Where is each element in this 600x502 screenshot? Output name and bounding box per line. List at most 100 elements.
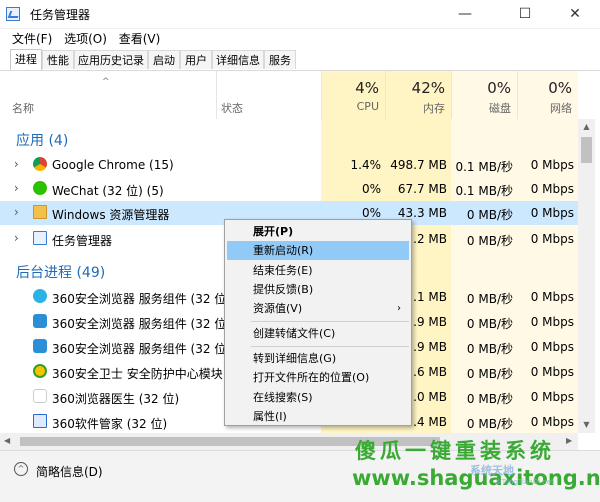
process-name: 360安全浏览器 服务组件 (32 位) [52,342,231,356]
menu-options[interactable]: 选项(O) [64,28,107,47]
column-header-cpu[interactable]: 4% CPU [321,71,385,119]
disk-value: 0 MB/秒 [466,292,513,306]
menu-file[interactable]: 文件(F) [12,28,52,47]
background-section-title: 后台进程 (49) [16,265,106,281]
disk-value: 0 MB/秒 [466,234,513,248]
watermark-logo-sub: XiTongTianDi.net [495,478,554,486]
360-browser-service-icon [33,289,47,303]
scroll-left-arrow-icon[interactable]: ◀ [4,436,10,445]
process-name: 360安全卫士 安全防护中心模块... [52,367,235,381]
vertical-scroll-thumb[interactable] [581,137,592,163]
close-button[interactable]: ✕ [556,0,594,28]
title-bar: 任务管理器 — ☐ ✕ [0,0,600,29]
360-browser-doctor-icon [33,389,47,403]
menu-bar: 文件(F) 选项(O) 查看(V) [0,28,600,48]
apps-section-title: 应用 (4) [16,133,69,149]
scroll-right-arrow-icon[interactable]: ▶ [566,436,572,445]
fewer-details-button[interactable]: 简略信息(D) [36,463,103,480]
ctx-go-to-details[interactable]: 转到详细信息(G) [227,349,409,368]
sort-ascending-icon: ^ [102,77,110,87]
wechat-icon [33,181,47,195]
ctx-properties[interactable]: 属性(I) [227,407,409,426]
memory-value: 67.7 MB [397,182,447,196]
submenu-arrow-icon: › [397,303,401,314]
disk-value: 0 MB/秒 [466,367,513,381]
vertical-scrollbar[interactable] [578,119,595,433]
ctx-end-task[interactable]: 结束任务(E) [227,261,409,280]
memory-header-label: 内存 [423,102,445,115]
network-value: 0 Mbps [530,415,574,429]
column-header-network[interactable]: 0% 网络 [517,71,578,119]
cpu-total-percent: 4% [355,79,379,97]
column-header-status[interactable]: 状态 [216,71,321,119]
process-name: 360安全浏览器 服务组件 (32 位) [52,292,231,306]
watermark-title: 傻瓜一键重装系统 [355,439,555,463]
disk-value: 0 MB/秒 [466,208,513,222]
memory-value: 498.7 MB [390,158,447,172]
tab-details[interactable]: 详细信息 [212,50,264,69]
ctx-separator [251,346,409,347]
memory-total-percent: 42% [411,79,445,97]
disk-total-percent: 0% [487,79,511,97]
process-name: 360安全浏览器 服务组件 (32 位) [52,317,231,331]
tab-processes[interactable]: 进程 [10,49,42,70]
menu-view[interactable]: 查看(V) [119,28,161,47]
name-header-label: 名称 [12,102,34,115]
context-menu: 展开(P) 重新启动(R) 结束任务(E) 提供反馈(B) 资源值(V) › 创… [224,219,412,426]
tab-startup[interactable]: 启动 [148,50,180,69]
disk-value: 0 MB/秒 [466,392,513,406]
cpu-value: 1.4% [350,158,382,172]
network-value: 0 Mbps [530,315,574,329]
minimize-button[interactable]: — [446,0,484,28]
process-name: 360软件管家 (32 位) [52,417,168,431]
network-value: 0 Mbps [530,290,574,304]
disk-value: 0 MB/秒 [466,317,513,331]
expand-chevron-icon[interactable]: › [14,205,19,219]
disk-value: 0 MB/秒 [466,342,513,356]
cpu-value: 0% [361,182,381,196]
process-row-wechat[interactable]: › WeChat (32 位) (5) 0% 67.7 MB 0.1 MB/秒 … [0,177,578,201]
network-value: 0 Mbps [530,206,574,220]
watermark-logo: 系统天地 [470,464,514,477]
chrome-icon [33,157,47,171]
ctx-feedback[interactable]: 提供反馈(B) [227,280,409,299]
maximize-button[interactable]: ☐ [506,0,544,28]
ctx-open-file-location[interactable]: 打开文件所在的位置(O) [227,368,409,387]
360-browser-service-icon [33,314,47,328]
process-row-chrome[interactable]: › Google Chrome (15) 1.4% 498.7 MB 0.1 M… [0,153,578,177]
network-value: 0 Mbps [530,365,574,379]
tab-services[interactable]: 服务 [264,50,296,69]
tab-app-history[interactable]: 应用历史记录 [74,50,148,69]
360-safeguard-icon [33,364,47,378]
tab-users[interactable]: 用户 [180,50,212,69]
ctx-restart[interactable]: 重新启动(R) [227,241,409,260]
ctx-separator [251,321,409,322]
column-header-memory[interactable]: 42% 内存 [385,71,451,119]
folder-icon [33,205,47,219]
ctx-resource-values[interactable]: 资源值(V) › [227,299,409,318]
tab-performance[interactable]: 性能 [42,50,74,69]
task-manager-icon [33,231,47,245]
process-name: Windows 资源管理器 [52,208,170,222]
scroll-up-arrow-icon[interactable]: ▲ [578,119,595,135]
ctx-expand[interactable]: 展开(P) [227,222,409,241]
expand-chevron-icon[interactable]: › [14,181,19,195]
disk-header-label: 磁盘 [489,102,511,115]
disk-value: 0.1 MB/秒 [455,184,513,198]
ctx-search-online[interactable]: 在线搜索(S) [227,388,409,407]
360-browser-service-icon [33,339,47,353]
expand-chevron-icon[interactable]: › [14,231,19,245]
tab-strip: 进程 性能 应用历史记录 启动 用户 详细信息 服务 [0,48,600,71]
network-value: 0 Mbps [530,182,574,196]
column-header-name[interactable]: ^ 名称 [0,71,216,119]
column-header-disk[interactable]: 0% 磁盘 [451,71,517,119]
ctx-create-dump[interactable]: 创建转储文件(C) [227,324,409,343]
collapse-chevron-icon[interactable]: ^ [14,462,28,476]
network-value: 0 Mbps [530,158,574,172]
360-software-manager-icon [33,414,47,428]
expand-chevron-icon[interactable]: › [14,157,19,171]
network-value: 0 Mbps [530,340,574,354]
cpu-value: 0% [361,206,381,220]
scroll-down-arrow-icon[interactable]: ▼ [578,417,595,433]
process-name: 360浏览器医生 (32 位) [52,392,180,406]
